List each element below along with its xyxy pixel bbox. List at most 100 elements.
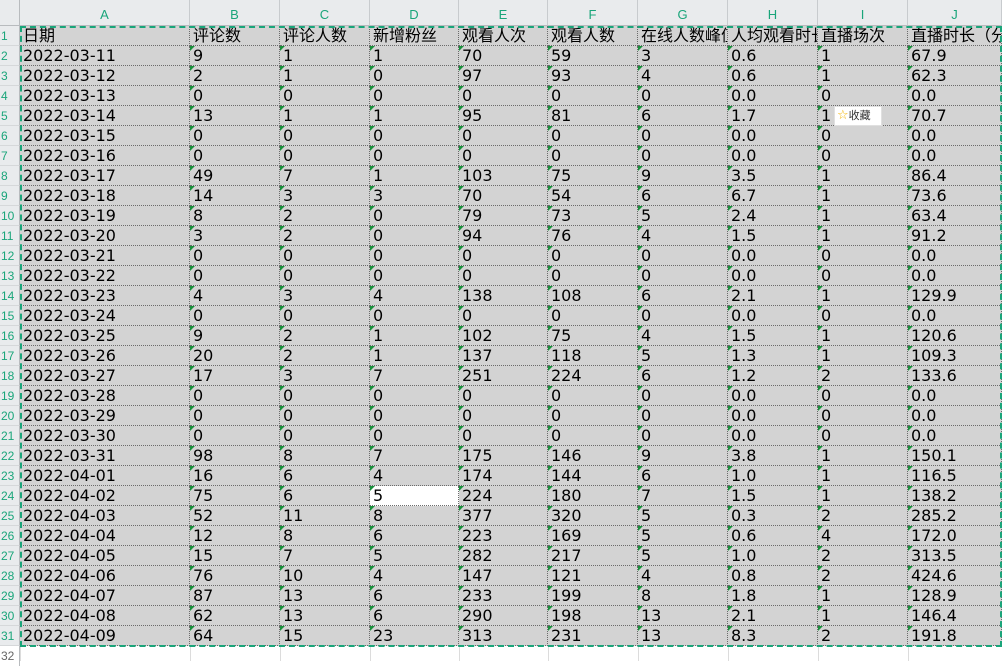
value-cell[interactable]: 223 bbox=[459, 526, 548, 546]
value-cell[interactable]: 52 bbox=[190, 506, 280, 526]
value-cell[interactable]: 1 bbox=[818, 226, 908, 246]
value-cell[interactable]: 0 bbox=[459, 306, 548, 326]
value-cell[interactable]: 64 bbox=[190, 626, 280, 646]
value-cell[interactable]: 0 bbox=[548, 146, 638, 166]
row-header[interactable]: 21 bbox=[0, 426, 20, 446]
value-cell[interactable]: 98 bbox=[190, 446, 280, 466]
value-cell[interactable]: 0.0 bbox=[728, 266, 818, 286]
value-cell[interactable]: 174 bbox=[459, 466, 548, 486]
value-cell[interactable]: 1.5 bbox=[728, 486, 818, 506]
value-cell[interactable]: 2.1 bbox=[728, 286, 818, 306]
row-header[interactable]: 29 bbox=[0, 586, 20, 606]
value-cell[interactable]: 1 bbox=[818, 206, 908, 226]
value-cell[interactable]: 0.6 bbox=[728, 526, 818, 546]
value-cell[interactable]: 0 bbox=[818, 306, 908, 326]
row-header[interactable]: 9 bbox=[0, 186, 20, 206]
value-cell[interactable]: 6 bbox=[370, 606, 459, 626]
value-cell[interactable]: 0 bbox=[280, 266, 370, 286]
date-cell[interactable]: 2022-03-28 bbox=[20, 386, 190, 406]
value-cell[interactable]: 0 bbox=[280, 386, 370, 406]
value-cell[interactable]: 1.5 bbox=[728, 326, 818, 346]
value-cell[interactable]: 2 bbox=[280, 346, 370, 366]
value-cell[interactable]: 118 bbox=[548, 346, 638, 366]
date-cell[interactable]: 2022-04-01 bbox=[20, 466, 190, 486]
row-header[interactable]: 12 bbox=[0, 246, 20, 266]
column-title-cell[interactable]: 直播时长（分 bbox=[908, 26, 1002, 46]
value-cell[interactable]: 0 bbox=[370, 386, 459, 406]
row-header[interactable]: 20 bbox=[0, 406, 20, 426]
value-cell[interactable]: 133.6 bbox=[908, 366, 1002, 386]
value-cell[interactable]: 4 bbox=[638, 326, 728, 346]
value-cell[interactable]: 0.6 bbox=[728, 46, 818, 66]
column-header-f[interactable]: F bbox=[548, 0, 638, 26]
value-cell[interactable]: 0.8 bbox=[728, 566, 818, 586]
value-cell[interactable]: 0.0 bbox=[908, 146, 1002, 166]
value-cell[interactable]: 87 bbox=[190, 586, 280, 606]
value-cell[interactable]: 2 bbox=[818, 546, 908, 566]
value-cell[interactable]: 1.8 bbox=[728, 586, 818, 606]
value-cell[interactable]: 59 bbox=[548, 46, 638, 66]
value-cell[interactable]: 0 bbox=[190, 386, 280, 406]
value-cell[interactable]: 4 bbox=[638, 66, 728, 86]
value-cell[interactable]: 1 bbox=[818, 606, 908, 626]
value-cell[interactable]: 67.9 bbox=[908, 46, 1002, 66]
value-cell[interactable]: 1.7 bbox=[728, 106, 818, 126]
value-cell[interactable]: 0 bbox=[190, 86, 280, 106]
value-cell[interactable]: 86.4 bbox=[908, 166, 1002, 186]
row-header[interactable]: 22 bbox=[0, 446, 20, 466]
value-cell[interactable]: 0.0 bbox=[908, 126, 1002, 146]
value-cell[interactable]: 0 bbox=[280, 406, 370, 426]
value-cell[interactable]: 2 bbox=[280, 206, 370, 226]
value-cell[interactable]: 0 bbox=[459, 406, 548, 426]
value-cell[interactable]: 3 bbox=[280, 186, 370, 206]
value-cell[interactable]: 224 bbox=[548, 366, 638, 386]
value-cell[interactable]: 0 bbox=[370, 306, 459, 326]
value-cell[interactable]: 13 bbox=[280, 606, 370, 626]
row-header[interactable]: 15 bbox=[0, 306, 20, 326]
value-cell[interactable]: 109.3 bbox=[908, 346, 1002, 366]
row-header[interactable]: 7 bbox=[0, 146, 20, 166]
value-cell[interactable]: 313.5 bbox=[908, 546, 1002, 566]
row-header[interactable]: 30 bbox=[0, 606, 20, 626]
value-cell[interactable]: 138.2 bbox=[908, 486, 1002, 506]
value-cell[interactable]: 6 bbox=[370, 586, 459, 606]
value-cell[interactable]: 0 bbox=[818, 266, 908, 286]
value-cell[interactable]: 6 bbox=[638, 186, 728, 206]
value-cell[interactable]: 0 bbox=[370, 86, 459, 106]
value-cell[interactable]: 2 bbox=[818, 626, 908, 646]
value-cell[interactable]: 3.8 bbox=[728, 446, 818, 466]
date-cell[interactable]: 2022-03-20 bbox=[20, 226, 190, 246]
value-cell[interactable]: 0 bbox=[370, 146, 459, 166]
value-cell[interactable]: 0.3 bbox=[728, 506, 818, 526]
value-cell[interactable]: 75 bbox=[190, 486, 280, 506]
column-header-c[interactable]: C bbox=[280, 0, 370, 26]
value-cell[interactable]: 15 bbox=[280, 626, 370, 646]
value-cell[interactable]: 75 bbox=[548, 326, 638, 346]
date-cell[interactable]: 2022-04-07 bbox=[20, 586, 190, 606]
value-cell[interactable]: 108 bbox=[548, 286, 638, 306]
value-cell[interactable]: 290 bbox=[459, 606, 548, 626]
value-cell[interactable]: 2 bbox=[818, 506, 908, 526]
value-cell[interactable]: 62.3 bbox=[908, 66, 1002, 86]
value-cell[interactable]: 1 bbox=[818, 446, 908, 466]
value-cell[interactable]: 1 bbox=[370, 106, 459, 126]
row-header[interactable]: 24 bbox=[0, 486, 20, 506]
value-cell[interactable]: 23 bbox=[370, 626, 459, 646]
value-cell[interactable]: 6 bbox=[638, 366, 728, 386]
row-header[interactable]: 10 bbox=[0, 206, 20, 226]
value-cell[interactable]: 63.4 bbox=[908, 206, 1002, 226]
value-cell[interactable]: 0.0 bbox=[908, 426, 1002, 446]
value-cell[interactable]: 150.1 bbox=[908, 446, 1002, 466]
value-cell[interactable]: 1.3 bbox=[728, 346, 818, 366]
value-cell[interactable]: 3 bbox=[280, 366, 370, 386]
value-cell[interactable]: 1 bbox=[818, 486, 908, 506]
date-cell[interactable]: 2022-03-21 bbox=[20, 246, 190, 266]
value-cell[interactable]: 0 bbox=[818, 386, 908, 406]
date-cell[interactable]: 2022-04-06 bbox=[20, 566, 190, 586]
value-cell[interactable]: 1 bbox=[818, 46, 908, 66]
date-cell[interactable]: 2022-03-30 bbox=[20, 426, 190, 446]
value-cell[interactable]: 4 bbox=[370, 466, 459, 486]
row-header[interactable]: 5 bbox=[0, 106, 20, 126]
value-cell[interactable]: 1.2 bbox=[728, 366, 818, 386]
date-cell[interactable]: 2022-03-14 bbox=[20, 106, 190, 126]
